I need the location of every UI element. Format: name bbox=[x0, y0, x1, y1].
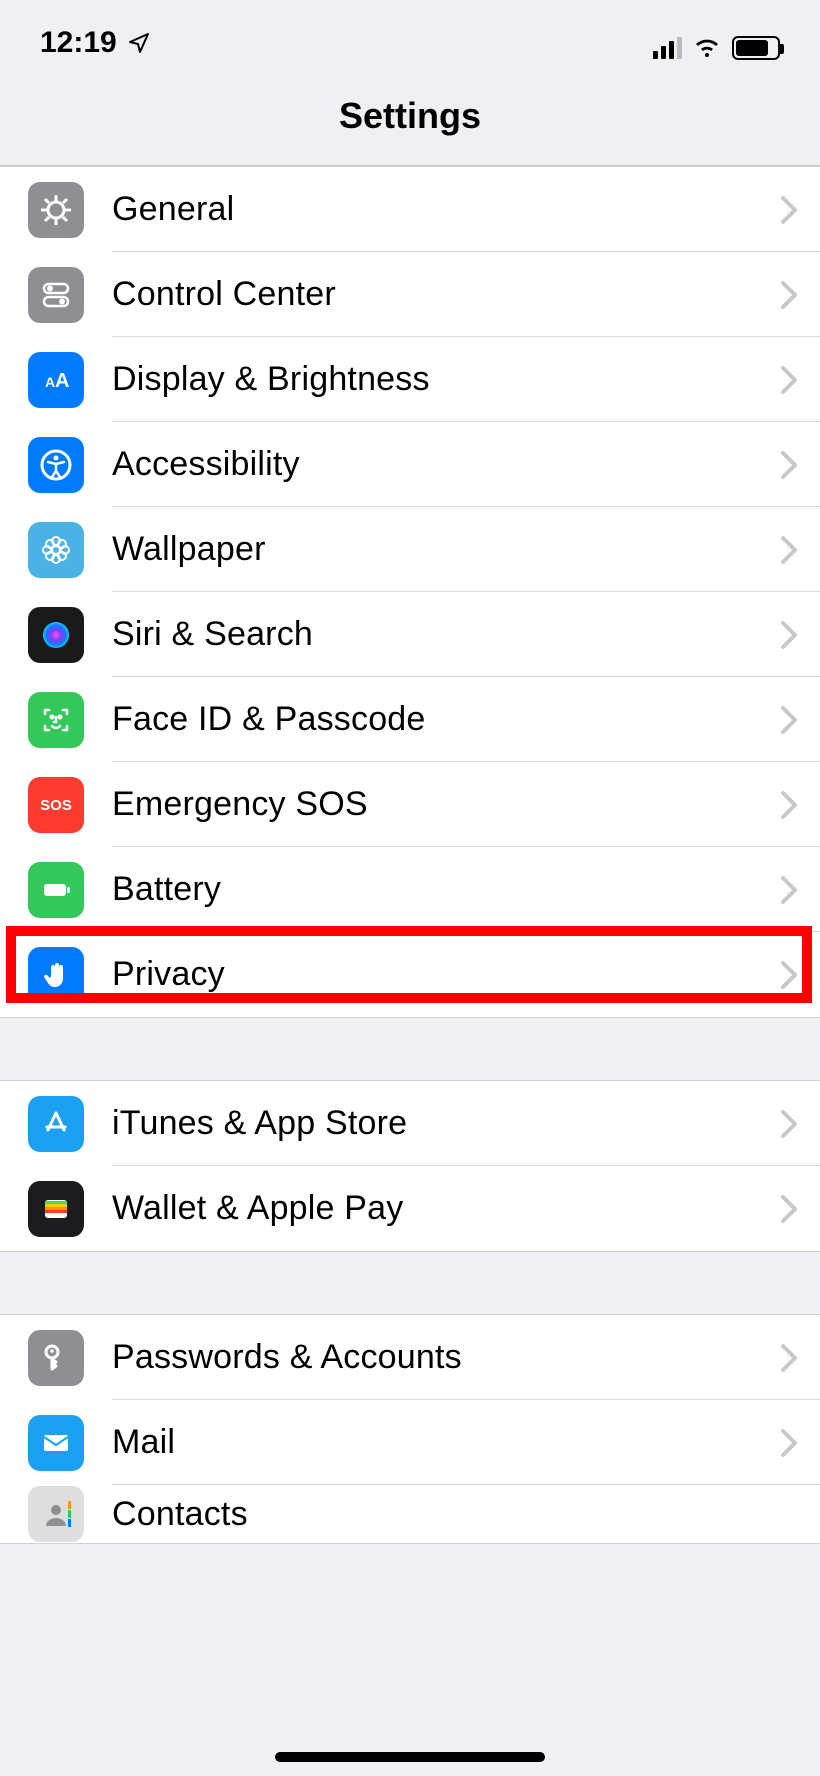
faceid-icon bbox=[28, 692, 84, 748]
flower-icon bbox=[28, 522, 84, 578]
mail-icon bbox=[28, 1415, 84, 1471]
row-mail[interactable]: Mail bbox=[0, 1400, 820, 1485]
toggles-icon bbox=[28, 267, 84, 323]
row-label: Control Center bbox=[112, 275, 770, 314]
chevron-right-icon bbox=[780, 1194, 798, 1224]
settings-list[interactable]: General Control Center AA Display & Brig… bbox=[0, 166, 820, 1544]
svg-text:A: A bbox=[45, 374, 55, 390]
chevron-right-icon bbox=[780, 875, 798, 905]
row-label: Accessibility bbox=[112, 445, 770, 484]
chevron-right-icon bbox=[780, 1109, 798, 1139]
row-label: General bbox=[112, 190, 770, 229]
row-control-center[interactable]: Control Center bbox=[0, 252, 820, 337]
row-label: Display & Brightness bbox=[112, 360, 770, 399]
row-wallet-applepay[interactable]: Wallet & Apple Pay bbox=[0, 1166, 820, 1251]
battery-icon bbox=[28, 862, 84, 918]
status-left: 12:19 bbox=[40, 26, 151, 60]
settings-group-accounts: Passwords & Accounts Mail Contacts bbox=[0, 1314, 820, 1544]
wifi-icon bbox=[692, 37, 722, 59]
row-battery[interactable]: Battery bbox=[0, 847, 820, 932]
row-label: Emergency SOS bbox=[112, 785, 770, 824]
row-siri-search[interactable]: Siri & Search bbox=[0, 592, 820, 677]
settings-group-device: General Control Center AA Display & Brig… bbox=[0, 166, 820, 1018]
chevron-right-icon bbox=[780, 960, 798, 990]
row-label: iTunes & App Store bbox=[112, 1104, 770, 1143]
row-label: Privacy bbox=[112, 955, 770, 994]
row-display-brightness[interactable]: AA Display & Brightness bbox=[0, 337, 820, 422]
contacts-icon bbox=[28, 1486, 84, 1542]
sos-icon: SOS bbox=[28, 777, 84, 833]
row-faceid-passcode[interactable]: Face ID & Passcode bbox=[0, 677, 820, 762]
chevron-right-icon bbox=[780, 450, 798, 480]
chevron-right-icon bbox=[780, 1343, 798, 1373]
chevron-right-icon bbox=[780, 365, 798, 395]
home-indicator[interactable] bbox=[275, 1752, 545, 1762]
battery-icon bbox=[732, 36, 780, 60]
row-general[interactable]: General bbox=[0, 167, 820, 252]
row-label: Face ID & Passcode bbox=[112, 700, 770, 739]
status-bar: 12:19 bbox=[0, 0, 820, 66]
row-label: Wallpaper bbox=[112, 530, 770, 569]
accessibility-icon bbox=[28, 437, 84, 493]
wallet-icon bbox=[28, 1181, 84, 1237]
appstore-icon bbox=[28, 1096, 84, 1152]
chevron-right-icon bbox=[780, 705, 798, 735]
row-label: Wallet & Apple Pay bbox=[112, 1189, 770, 1228]
row-label: Mail bbox=[112, 1423, 770, 1462]
status-time: 12:19 bbox=[40, 26, 117, 60]
chevron-right-icon bbox=[780, 535, 798, 565]
row-label: Contacts bbox=[112, 1495, 798, 1534]
row-privacy[interactable]: Privacy bbox=[0, 932, 820, 1017]
svg-text:SOS: SOS bbox=[40, 797, 72, 814]
row-label: Passwords & Accounts bbox=[112, 1338, 770, 1377]
cellular-signal-icon bbox=[653, 37, 682, 59]
gear-icon bbox=[28, 182, 84, 238]
siri-icon bbox=[28, 607, 84, 663]
chevron-right-icon bbox=[780, 790, 798, 820]
row-contacts[interactable]: Contacts bbox=[0, 1485, 820, 1543]
row-label: Battery bbox=[112, 870, 770, 909]
page-title: Settings bbox=[0, 66, 820, 166]
key-icon bbox=[28, 1330, 84, 1386]
settings-group-store: iTunes & App Store Wallet & Apple Pay bbox=[0, 1080, 820, 1252]
location-services-icon bbox=[127, 31, 151, 55]
row-accessibility[interactable]: Accessibility bbox=[0, 422, 820, 507]
chevron-right-icon bbox=[780, 280, 798, 310]
aa-icon: AA bbox=[28, 352, 84, 408]
status-right bbox=[653, 36, 780, 60]
row-itunes-appstore[interactable]: iTunes & App Store bbox=[0, 1081, 820, 1166]
chevron-right-icon bbox=[780, 195, 798, 225]
row-passwords-accounts[interactable]: Passwords & Accounts bbox=[0, 1315, 820, 1400]
hand-icon bbox=[28, 947, 84, 1003]
row-wallpaper[interactable]: Wallpaper bbox=[0, 507, 820, 592]
chevron-right-icon bbox=[780, 620, 798, 650]
row-label: Siri & Search bbox=[112, 615, 770, 654]
svg-text:A: A bbox=[55, 370, 69, 392]
row-emergency-sos[interactable]: SOS Emergency SOS bbox=[0, 762, 820, 847]
chevron-right-icon bbox=[780, 1428, 798, 1458]
